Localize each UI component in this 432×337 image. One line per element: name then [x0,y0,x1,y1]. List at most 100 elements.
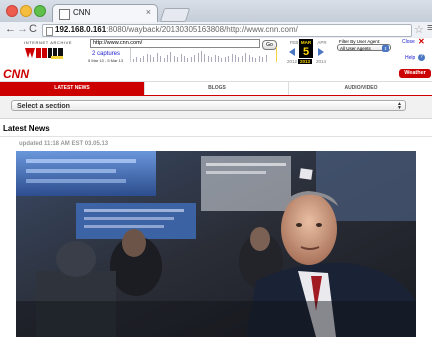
sparkline-bar [190,57,192,62]
tab-latest-news[interactable]: LATEST NEWS [0,82,144,95]
user-agent-value: All User Agents [340,46,371,51]
sparkline-bar [224,57,226,62]
prev-capture-arrow-icon[interactable] [289,48,295,56]
new-tab-button[interactable] [159,8,191,22]
sparkline-bar [214,55,216,62]
tab-close-icon[interactable]: × [146,7,151,17]
url-text: 192.168.0.161:8080/wayback/2013030516380… [55,25,298,34]
month-current: MAR [299,39,313,46]
sparkline-bar [255,58,257,62]
sparkline-bar [231,54,233,62]
sparkline-bar [197,53,199,62]
sparkline-current-marker [276,47,277,62]
sparkline-bar [207,56,209,62]
sparkline-bar [133,59,134,62]
sparkline-bar [163,58,165,62]
tab-blogs[interactable]: BLOGS [144,82,289,95]
capture-day: 5 [299,46,313,58]
sparkline-bar [252,57,253,62]
page-icon [46,27,53,36]
sparkline-bar [221,58,223,62]
wayback-banner: INTERNET ARCHIVE http://www.cnn.com/ Go … [0,37,432,66]
zoom-window-icon[interactable] [34,5,46,17]
sparkline-bar [235,55,236,62]
page-favicon-icon [59,9,70,20]
sparkline-bar [150,55,151,62]
toolbar: ← → C 192.168.0.161:8080/wayback/2013030… [0,22,432,39]
tab-cnn[interactable]: CNN × [52,4,158,23]
wayback-machine-logo[interactable] [24,46,64,60]
sparkline-bar [184,56,185,62]
user-agent-select[interactable]: All User Agents ⇕ [337,44,391,52]
tab-bar: CNN × [0,0,432,23]
year-next-link[interactable]: 2014 [313,59,329,64]
select-updown-icon: ▲ ▼ [397,101,402,111]
bookmark-star-icon[interactable]: ☆ [414,23,424,36]
sparkline-bar [143,56,145,62]
sparkline-bar [146,54,148,62]
help-link[interactable]: Help [405,55,415,61]
trading-floor-image [16,151,416,337]
sparkline-bar [194,55,196,62]
sparkline-bar [187,58,189,62]
cnn-nav: LATEST NEWS BLOGS AUDIO/VIDEO [0,81,432,97]
weather-button[interactable]: Weather [399,69,431,78]
cnn-logo[interactable]: CNN [3,67,33,79]
sparkline-bar [241,56,243,62]
minimize-window-icon[interactable] [20,5,32,17]
close-window-icon[interactable] [6,5,18,17]
sparkline-bar [153,57,155,62]
sparkline-bar [167,55,168,62]
wayback-url-input[interactable]: http://www.cnn.com/ [90,39,260,48]
sparkline-bar [258,56,260,62]
internet-archive-caption: INTERNET ARCHIVE [24,40,73,45]
sparkline-bar [173,56,175,62]
reload-icon[interactable]: C [29,23,37,35]
sparkline-bar [228,56,230,62]
sparkline-bar [160,56,162,62]
capture-sparkline[interactable] [130,48,271,62]
sparkline-bar [204,54,206,62]
year-current: 2013 [298,59,312,64]
sparkline-bar [177,57,179,62]
updated-timestamp: updated 11:18 AM EST 03.05.13 [19,141,109,147]
sparkline-bar [262,57,264,62]
sparkline-bar [238,57,240,62]
headline-photo[interactable] [16,151,416,337]
cnn-header: CNN Weather [0,65,432,81]
cnn-logo-text: CNN [3,67,29,79]
sparkline-bar [156,53,158,62]
next-capture-arrow-icon[interactable] [318,48,324,56]
sparkline-bar [265,55,267,62]
sparkline-bar [136,57,138,62]
sparkline-bar [245,53,247,62]
month-next-link[interactable]: APR [313,40,331,45]
divider [0,136,432,137]
menu-icon[interactable]: ≡ [427,22,432,34]
back-arrow-icon[interactable]: ← [5,23,16,35]
section-bar: Select a section ▲ ▼ [0,96,432,119]
close-banner-link[interactable]: Close [402,39,415,45]
section-select-value: Select a section [17,103,70,110]
sparkline-bar [139,58,141,62]
section-select[interactable]: Select a section ▲ ▼ [11,100,406,111]
sparkline-bar [201,51,202,62]
captures-range: 5 Mar 13 - 5 Mar 13 [88,58,124,63]
url-host: 192.168.0.161 [55,25,107,34]
sparkline-bar [211,57,213,62]
help-icon[interactable]: ? [418,54,425,61]
tab-audio-video[interactable]: AUDIO/VIDEO [288,82,432,95]
sparkline-bar [180,54,182,62]
captures-link[interactable]: 2 captures [92,51,120,57]
url-path: :8080/wayback/20130305163808/http://www.… [106,25,298,34]
address-bar[interactable]: 192.168.0.161:8080/wayback/2013030516380… [42,24,412,37]
tab-title: CNN [73,8,91,17]
browser-window: CNN × ← → C 192.168.0.161:8080/wayback/2… [0,0,432,337]
close-banner-icon[interactable]: ✕ [418,37,425,46]
select-chevron-icon: ⇕ [382,45,389,52]
sparkline-bar [170,52,172,62]
forward-arrow-icon[interactable]: → [17,23,28,35]
sparkline-bar [248,55,250,62]
section-title: Latest News [3,124,50,133]
sparkline-bar [218,56,219,62]
